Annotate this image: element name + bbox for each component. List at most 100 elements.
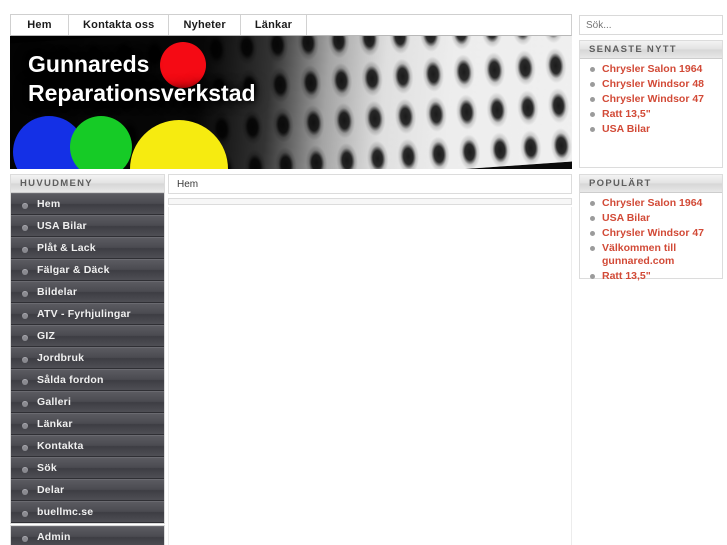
list-item[interactable]: Ratt 13,5" <box>590 108 716 121</box>
sidebar-item-jordbruk[interactable]: Jordbruk <box>11 347 164 369</box>
bullet-icon <box>22 313 28 319</box>
bullet-icon <box>22 203 28 209</box>
sidebar-item-label: Plåt & Lack <box>37 242 96 254</box>
banner-title: Gunnareds Reparationsverkstad <box>28 51 256 106</box>
sidebar-item-sok[interactable]: Sök <box>11 457 164 479</box>
bullet-icon <box>22 401 28 407</box>
tab-lankar[interactable]: Länkar <box>240 15 308 35</box>
bullet-icon <box>22 225 28 231</box>
sidebar-item-galleri[interactable]: Galleri <box>11 391 164 413</box>
sidebar-item-hem[interactable]: Hem <box>11 193 164 215</box>
sidebar-item-label: GIZ <box>37 330 56 342</box>
sidebar-item-lankar[interactable]: Länkar <box>11 413 164 435</box>
list-item-label: USA Bilar <box>602 123 651 135</box>
sidebar-item-usa-bilar[interactable]: USA Bilar <box>11 215 164 237</box>
list-item[interactable]: Chrysler Windsor 48 <box>590 78 716 91</box>
list-item-label: Chrysler Windsor 47 <box>602 227 705 239</box>
list-item-label: Ratt 13,5" <box>602 108 651 120</box>
bullet-icon <box>22 445 28 451</box>
bullet-icon <box>22 247 28 253</box>
popular-panel: POPULÄRT Chrysler Salon 1964 USA Bilar C… <box>579 174 723 282</box>
search-box[interactable] <box>579 15 723 35</box>
sidebar-item-kontakta[interactable]: Kontakta <box>11 435 164 457</box>
list-item[interactable]: USA Bilar <box>590 123 716 136</box>
bullet-icon <box>22 357 28 363</box>
sidebar-item-label: USA Bilar <box>37 220 87 232</box>
bullet-icon <box>22 489 28 495</box>
content-separator <box>168 198 572 205</box>
sidebar-item-label: Sålda fordon <box>37 374 104 386</box>
bullet-icon <box>22 536 28 542</box>
bullet-icon <box>22 291 28 297</box>
top-navigation-bar: Hem Kontakta oss Nyheter Länkar <box>10 14 572 36</box>
list-item[interactable]: USA Bilar <box>590 212 716 225</box>
bullet-icon <box>22 379 28 385</box>
list-item[interactable]: Ratt 13,5" <box>590 270 716 283</box>
green-circle-icon <box>70 116 132 169</box>
main-menu-header: HUVUDMENY <box>11 175 164 193</box>
sidebar-item-label: ATV - Fyrhjulingar <box>37 308 131 320</box>
bullet-icon <box>590 274 595 279</box>
breadcrumb: Hem <box>168 174 572 194</box>
sidebar-item-giz[interactable]: GIZ <box>11 325 164 347</box>
list-item-label: Ratt 13,5" <box>602 270 651 282</box>
sidebar-item-delar[interactable]: Delar <box>11 479 164 501</box>
sidebar-item-label: Sök <box>37 462 57 474</box>
bullet-icon <box>22 335 28 341</box>
bullet-icon <box>590 246 595 251</box>
senaste-nytt-panel: SENASTE NYTT Chrysler Salon 1964 Chrysle… <box>579 40 723 168</box>
list-item-label: Chrysler Windsor 47 <box>602 93 705 105</box>
content-column: Hem <box>168 174 572 545</box>
bullet-icon <box>590 201 595 206</box>
bullet-icon <box>22 467 28 473</box>
sidebar-item-label: Admin <box>37 531 71 543</box>
list-item[interactable]: Chrysler Windsor 47 <box>590 227 716 240</box>
sidebar-item-falgar-dack[interactable]: Fälgar & Däck <box>11 259 164 281</box>
senaste-nytt-list: Chrysler Salon 1964 Chrysler Windsor 48 … <box>580 63 722 136</box>
list-item-label: Chrysler Windsor 48 <box>602 78 705 90</box>
sidebar-item-label: Länkar <box>37 418 73 430</box>
list-item-label: Välkommen till gunnared.com <box>602 242 677 267</box>
popular-list: Chrysler Salon 1964 USA Bilar Chrysler W… <box>580 197 722 283</box>
sidebar-item-bildelar[interactable]: Bildelar <box>11 281 164 303</box>
tab-bar-filler <box>307 15 571 35</box>
bullet-icon <box>590 231 595 236</box>
admin-panel: Admin <box>10 525 165 545</box>
list-item-label: Chrysler Salon 1964 <box>602 197 703 209</box>
sidebar-item-label: Hem <box>37 198 61 210</box>
list-item[interactable]: Chrysler Salon 1964 <box>590 197 716 210</box>
list-item[interactable]: Chrysler Salon 1964 <box>590 63 716 76</box>
senaste-nytt-header: SENASTE NYTT <box>580 41 722 59</box>
bullet-icon <box>590 112 595 117</box>
search-input[interactable] <box>580 19 722 31</box>
popular-header: POPULÄRT <box>580 175 722 193</box>
list-item[interactable]: Välkommen till gunnared.com <box>590 242 716 268</box>
sidebar-item-salda-fordon[interactable]: Sålda fordon <box>11 369 164 391</box>
bullet-icon <box>590 97 595 102</box>
tab-hem[interactable]: Hem <box>11 15 69 35</box>
sidebar-item-label: Kontakta <box>37 440 84 452</box>
bullet-icon <box>590 216 595 221</box>
sidebar-item-label: Galleri <box>37 396 72 408</box>
bullet-icon <box>590 82 595 87</box>
bullet-icon <box>590 127 595 132</box>
site-banner: Gunnareds Reparationsverkstad <box>10 36 572 169</box>
bullet-icon <box>22 511 28 517</box>
list-item[interactable]: Chrysler Windsor 47 <box>590 93 716 106</box>
tab-kontakta-oss[interactable]: Kontakta oss <box>69 15 170 35</box>
sidebar-item-atv-fyrhjulingar[interactable]: ATV - Fyrhjulingar <box>11 303 164 325</box>
sidebar-item-label: Delar <box>37 484 65 496</box>
list-item-label: Chrysler Salon 1964 <box>602 63 703 75</box>
sidebar-item-label: buellmc.se <box>37 506 94 518</box>
main-menu-panel: HUVUDMENY Hem USA Bilar Plåt & Lack Fälg… <box>10 174 165 524</box>
content-body <box>168 207 572 545</box>
sidebar-item-admin[interactable]: Admin <box>11 526 164 545</box>
bullet-icon <box>22 269 28 275</box>
sidebar-item-buellmc[interactable]: buellmc.se <box>11 501 164 523</box>
bullet-icon <box>590 67 595 72</box>
page-root: Hem Kontakta oss Nyheter Länkar Gunnared… <box>0 0 727 545</box>
sidebar-item-plat-lack[interactable]: Plåt & Lack <box>11 237 164 259</box>
sidebar-item-label: Jordbruk <box>37 352 85 364</box>
tab-nyheter[interactable]: Nyheter <box>169 15 241 35</box>
list-item-label: USA Bilar <box>602 212 651 224</box>
